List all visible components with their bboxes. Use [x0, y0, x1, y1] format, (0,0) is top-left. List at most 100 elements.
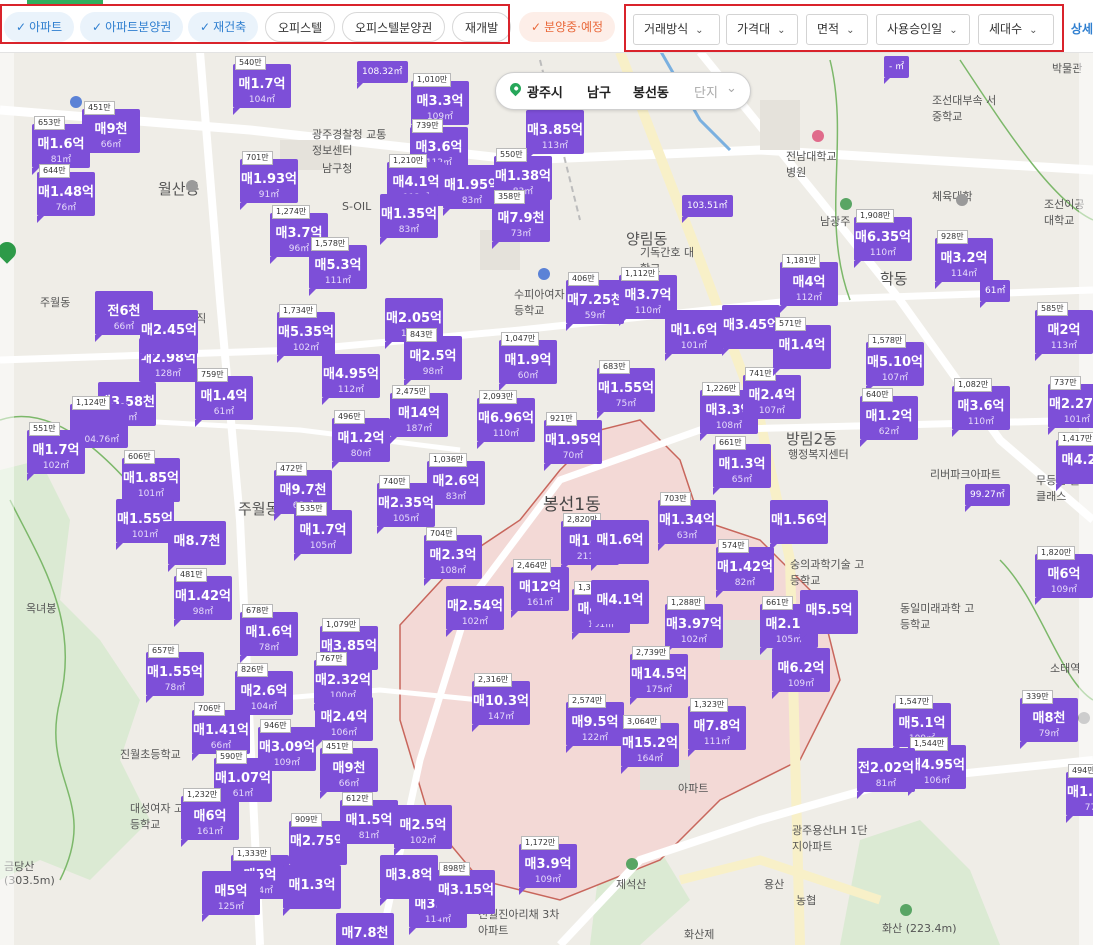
price-marker[interactable]: 매2.54억 102㎡ [446, 586, 504, 637]
price-marker[interactable]: 406만 매7.25천 59㎡ [566, 272, 624, 331]
region-district[interactable]: 남구 [587, 82, 611, 101]
price-marker[interactable]: 759만 매1.4억 61㎡ [195, 368, 253, 427]
price-marker[interactable]: 644만 매1.48억 76㎡ [37, 164, 95, 223]
price-marker[interactable]: 매1.6억 101㎡ [665, 310, 723, 361]
price-marker[interactable]: 매1.3억 [283, 865, 341, 916]
filter-chip-apartment-presale[interactable]: ✓ 아파트분양권 [80, 12, 184, 42]
price-marker[interactable]: 640만 매1.2억 62㎡ [860, 388, 918, 447]
price-marker[interactable]: 매7.8천 [336, 913, 394, 945]
filter-chip-presale-upcoming[interactable]: ✓ 분양중·예정 [519, 12, 616, 42]
price-marker[interactable]: 2,316만 매10.3억 147㎡ [472, 673, 530, 732]
price-marker[interactable]: 매6.2억 109㎡ [772, 648, 830, 699]
price-marker[interactable]: 매2.5억 102㎡ [394, 805, 452, 856]
filter-chip-officetel[interactable]: 오피스텔 [265, 12, 336, 42]
price-marker[interactable]: 매3.85억 113㎡ [526, 110, 584, 161]
price-marker[interactable]: 657만 매1.55억 78㎡ [146, 644, 204, 703]
price-marker[interactable]: 551만 매1.7억 102㎡ [27, 422, 85, 481]
price-marker[interactable]: 741만 매2.4억 107㎡ [743, 367, 801, 426]
map[interactable]: 월산동 주월동 봉선1동 양림동 방림2동 학동 사직 주월동 광주경찰청 교통… [0, 0, 1093, 945]
detail-filter-link[interactable]: 상세 [1071, 14, 1093, 44]
price-marker[interactable]: 496만 매1.2억 80㎡ [332, 410, 390, 469]
dropdown-trade-type[interactable]: 거래방식 ⌄ [633, 14, 720, 45]
price-marker[interactable]: 매4.1억 [591, 580, 649, 631]
price-marker[interactable]: 매1.55억 101㎡ [116, 499, 174, 550]
price-marker[interactable]: 1,082만 매3.6억 110㎡ [952, 378, 1010, 437]
price-marker[interactable]: 1,578만 매5.10억 107㎡ [866, 334, 924, 393]
price-marker[interactable]: 540만 매1.7억 104㎡ [233, 56, 291, 115]
price-marker[interactable]: 898만 매3.15억 [437, 862, 495, 921]
price-marker[interactable]: 1,036만 매2.6억 83㎡ [427, 453, 485, 512]
price-marker[interactable]: 1,734만 매5.35억 102㎡ [277, 304, 335, 363]
price-marker[interactable]: 매4.95억 112㎡ [322, 354, 380, 405]
price-marker[interactable]: 481만 매1.42억 98㎡ [174, 568, 232, 627]
filter-chip-reconstruction[interactable]: ✓ 재건축 [188, 12, 259, 42]
price-marker[interactable]: 909만 매2.75억 [289, 813, 347, 872]
price-marker[interactable]: 매2.45억 [140, 310, 198, 361]
area-marker[interactable]: 61㎡ [980, 280, 1011, 308]
price-marker[interactable]: 339만 매8천 79㎡ [1020, 690, 1078, 749]
region-city[interactable]: 광주시 [527, 82, 563, 101]
price-marker[interactable]: 358만 매7.9천 73㎡ [492, 190, 550, 249]
dropdown-households[interactable]: 세대수 ⌄ [978, 14, 1054, 45]
price-marker[interactable]: 703만 매1.34억 63㎡ [658, 492, 716, 551]
price-marker[interactable]: 683만 매1.55억 75㎡ [597, 360, 655, 419]
price-marker[interactable]: 1,323만 매7.8억 111㎡ [688, 698, 746, 757]
price-marker[interactable]: 1,544만 매4.95억 106㎡ [908, 737, 966, 796]
price-marker[interactable]: 826만 매2.6억 104㎡ [235, 663, 293, 722]
dropdown-area[interactable]: 면적 ⌄ [806, 14, 868, 45]
price-marker[interactable]: 706만 매1.41억 66㎡ [192, 702, 250, 761]
price-marker[interactable]: 661만 매1.3억 65㎡ [713, 436, 771, 495]
price-marker[interactable]: 574만 매1.42억 82㎡ [716, 539, 774, 598]
price-marker[interactable]: 1,047만 매1.9억 60㎡ [499, 332, 557, 391]
filter-chip-redevelopment[interactable]: 재개발 [452, 12, 512, 42]
price-marker[interactable]: 740만 매2.35억 105㎡ [377, 475, 435, 534]
area-marker[interactable]: 108.32㎡ [357, 61, 408, 89]
area-marker[interactable]: - ㎡ [884, 56, 910, 84]
price-marker[interactable]: 2,739만 매14.5억 175㎡ [630, 646, 688, 705]
region-complex[interactable]: 단지 [694, 82, 718, 101]
price-marker[interactable]: 2,574만 매9.5억 122㎡ [566, 694, 624, 753]
price-marker[interactable]: 매5.5억 [800, 590, 858, 641]
price-marker[interactable]: 843만 매2.5억 98㎡ [404, 328, 462, 387]
price-marker[interactable]: 585만 매2억 113㎡ [1035, 302, 1093, 361]
price-marker[interactable]: 매1.35억 83㎡ [380, 194, 438, 245]
price-marker[interactable]: 704만 매2.3억 108㎡ [424, 527, 482, 586]
price-marker[interactable]: 1,288만 매3.97억 102㎡ [665, 596, 723, 655]
filter-chip-apartment[interactable]: ✓ 아파트 [4, 12, 75, 42]
price-marker[interactable]: 1,181만 매4억 112㎡ [780, 254, 838, 313]
dropdown-approval-date[interactable]: 사용승인일 ⌄ [876, 14, 970, 45]
price-marker[interactable]: 1,232만 매6억 161㎡ [181, 788, 239, 847]
price-marker[interactable]: 3,064만 매15.2억 164㎡ [621, 715, 679, 774]
price-marker[interactable]: 928만 매3.2억 114㎡ [935, 230, 993, 289]
area-marker[interactable]: 99.27㎡ [965, 484, 1010, 512]
price-marker[interactable]: 606만 매1.85억 101㎡ [122, 450, 180, 509]
area-marker[interactable]: 103.51㎡ [682, 195, 733, 223]
price-marker[interactable]: 매5억 125㎡ [202, 871, 260, 922]
price-marker[interactable]: 535만 매1.7억 105㎡ [294, 502, 352, 561]
price-marker[interactable]: 1,417만매4.2억 [1056, 432, 1093, 491]
filter-chip-officetel-presale[interactable]: 오피스텔분양권 [342, 12, 446, 42]
price-marker[interactable]: 전2.02억 81㎡ [857, 748, 915, 799]
price-marker[interactable]: 매2.4억 106㎡ [315, 697, 373, 748]
price-marker[interactable]: 921만 매1.95억 70㎡ [544, 412, 602, 471]
price-marker[interactable]: 678만 매1.6억 78㎡ [240, 604, 298, 663]
price-marker[interactable]: 1,820만 매6억 109㎡ [1035, 546, 1093, 605]
dropdown-price[interactable]: 가격대 ⌄ [726, 14, 798, 45]
region-dong[interactable]: 봉선동 [633, 82, 669, 101]
price-marker[interactable]: 1,578만 매5.3억 111㎡ [309, 237, 367, 296]
price-marker[interactable]: 2,464만 매12억 161㎡ [511, 559, 569, 618]
price-marker[interactable]: 451만 매9천 66㎡ [320, 740, 378, 799]
price-marker[interactable]: 2,475만 매14억 187㎡ [390, 385, 448, 444]
price-marker[interactable]: 737만매2.27억 101㎡ [1048, 376, 1093, 435]
price-marker[interactable]: 매1.56억 [770, 500, 828, 551]
price-marker[interactable]: 매3.8억 [380, 855, 438, 906]
price-marker[interactable]: 494만매1.15억 77㎡ [1066, 764, 1093, 823]
price-marker[interactable]: 매1.6억 [591, 520, 649, 571]
price-marker[interactable]: 612만 매1.5억 81㎡ [340, 792, 398, 851]
price-marker[interactable]: 1,172만 매3.9억 109㎡ [519, 836, 577, 895]
price-marker[interactable]: 매8.7천 [168, 521, 226, 572]
price-marker[interactable]: 653만 매1.6억 81㎡ [32, 116, 90, 175]
price-marker[interactable]: 2,093만 매6.96억 110㎡ [477, 390, 535, 449]
price-marker[interactable]: 1,908만 매6.35억 110㎡ [854, 209, 912, 268]
price-marker[interactable]: 701만 매1.93억 91㎡ [240, 151, 298, 210]
